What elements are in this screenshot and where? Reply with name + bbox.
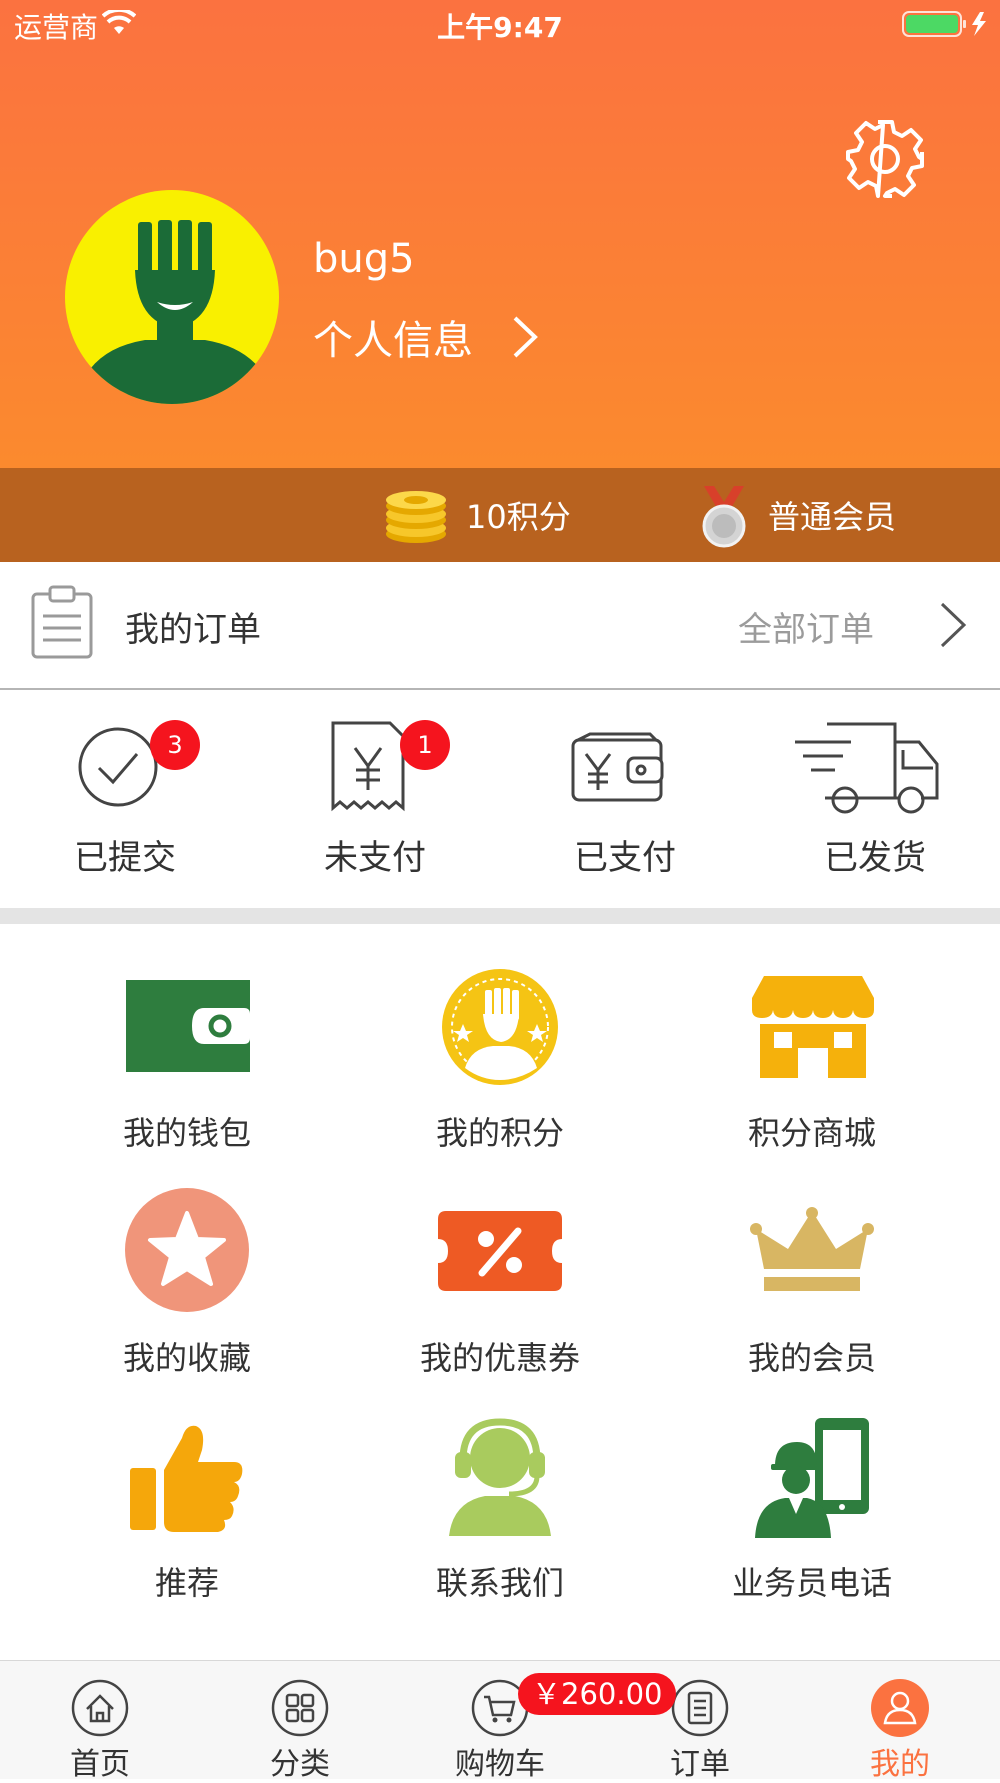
user-icon (871, 1679, 929, 1737)
chevron-right-icon (940, 602, 967, 648)
profile-header: 运营商 上午9:47 bug5 个人信息 (0, 0, 1000, 468)
tab-category[interactable]: 分类 (200, 1661, 400, 1782)
order-icon (671, 1679, 729, 1737)
grid-item-label: 业务员电话 (731, 1564, 892, 1602)
check-circle-icon (78, 727, 158, 807)
order-status-label: 已支付 (574, 838, 676, 878)
grid-item-wallet[interactable]: 我的钱包 (37, 960, 337, 1160)
headset-icon (449, 1418, 551, 1536)
status-time: 上午9:47 (437, 11, 563, 44)
points-label[interactable]: 10积分 (466, 492, 571, 538)
tab-label: 首页 (70, 1747, 130, 1782)
grid-item-recommend[interactable]: 推荐 (37, 1410, 337, 1610)
grid-item-label: 我的收藏 (122, 1339, 251, 1377)
order-status-label: 已提交 (74, 838, 176, 878)
receipt-yen-icon (331, 721, 405, 812)
grid-item-membership[interactable]: 我的会员 (662, 1185, 962, 1385)
tab-label: 分类 (270, 1747, 330, 1782)
grid-item-label: 我的优惠券 (419, 1339, 580, 1377)
settings-gear-icon[interactable] (844, 118, 926, 200)
grid-item-label: 我的钱包 (122, 1114, 251, 1152)
grid-item-label: 我的会员 (747, 1339, 876, 1377)
cart-total-badge: ￥260.00 (518, 1673, 677, 1715)
all-orders-link[interactable]: 全部订单 (738, 602, 874, 651)
grid-item-points[interactable]: 我的积分 (350, 960, 650, 1160)
battery-icon (902, 11, 986, 37)
order-status-label: 已发货 (824, 838, 926, 878)
order-status-shipped[interactable]: 已发货 (750, 690, 1000, 890)
star-icon (125, 1188, 249, 1312)
grid-item-contact-us[interactable]: 联系我们 (350, 1410, 650, 1610)
clipboard-icon (31, 585, 93, 659)
grid-item-label: 联系我们 (435, 1564, 564, 1602)
avatar[interactable] (65, 190, 279, 404)
order-status-paid[interactable]: 已支付 (500, 690, 750, 890)
salesman-phone-icon (755, 1418, 869, 1538)
order-badge: 1 (400, 720, 450, 770)
coins-icon (386, 491, 446, 543)
tab-label: 购物车 (455, 1747, 545, 1782)
grid-item-favorites[interactable]: 我的收藏 (37, 1185, 337, 1385)
medal-icon (702, 486, 746, 548)
tab-bar: 首页 分类 购物车 订单 我的 ￥260.00 (0, 1660, 1000, 1782)
section-divider (0, 908, 1000, 924)
order-status-submitted[interactable]: 3 已提交 (0, 690, 250, 890)
store-icon (752, 976, 874, 1078)
order-status-unpaid[interactable]: 1 未支付 (250, 690, 500, 890)
order-status-label: 未支付 (324, 838, 426, 878)
coupon-icon (438, 1211, 562, 1291)
member-bar: 10积分 普通会员 (0, 468, 1000, 562)
grid-item-coupons[interactable]: 我的优惠券 (350, 1185, 650, 1385)
points-medal-icon (442, 969, 558, 1085)
my-orders-title: 我的订单 (125, 610, 261, 650)
tab-label: 订单 (670, 1747, 730, 1782)
grid-item-points-mall[interactable]: 积分商城 (662, 960, 962, 1160)
chevron-right-icon (513, 316, 538, 358)
personal-info-link[interactable]: 个人信息 (313, 307, 547, 367)
member-level-label[interactable]: 普通会员 (768, 492, 896, 538)
delivery-truck-icon (795, 722, 939, 814)
grid-item-label: 积分商城 (747, 1114, 876, 1152)
wallet-icon (126, 980, 250, 1072)
grid-item-salesman-phone[interactable]: 业务员电话 (662, 1410, 962, 1610)
personal-info-label: 个人信息 (313, 318, 473, 364)
wallet-yen-icon (571, 732, 664, 802)
grid-item-label: 推荐 (154, 1564, 219, 1602)
tab-label: 我的 (870, 1747, 930, 1782)
my-orders-row[interactable]: 我的订单 全部订单 (0, 562, 1000, 690)
tab-me[interactable]: 我的 (800, 1661, 1000, 1782)
username: bug5 (313, 236, 415, 282)
grid-item-label: 我的积分 (435, 1114, 564, 1152)
category-icon (271, 1679, 329, 1737)
home-icon (71, 1679, 129, 1737)
tab-home[interactable]: 首页 (0, 1661, 200, 1782)
thumbs-up-icon (130, 1425, 243, 1532)
order-badge: 3 (150, 720, 200, 770)
crown-icon (750, 1207, 874, 1291)
